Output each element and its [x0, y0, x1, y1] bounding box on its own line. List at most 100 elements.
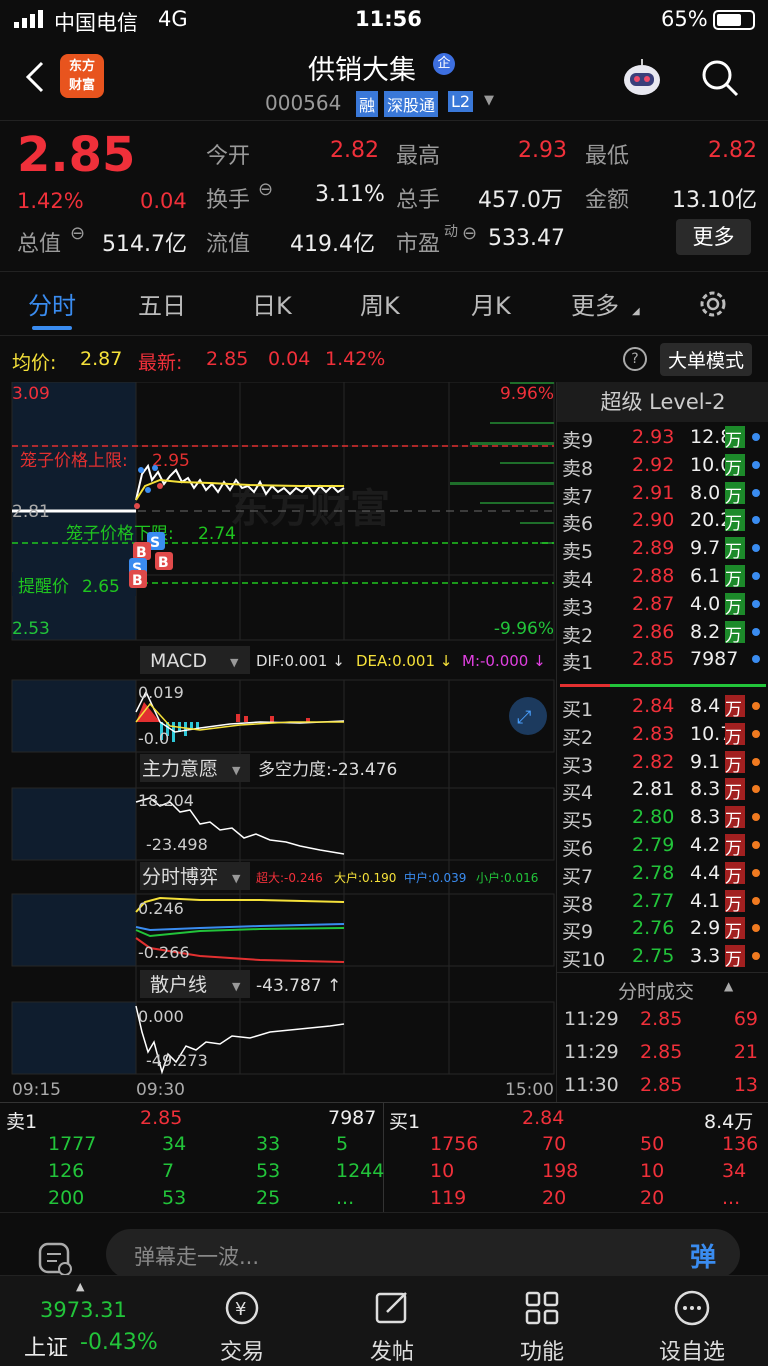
ask-row[interactable]: 卖8 2.92 10.0 万 — [562, 452, 768, 480]
ask-row[interactable]: 卖1 2.85 7987 — [562, 646, 768, 674]
ask-row[interactable]: 卖7 2.91 8.0 万 — [562, 480, 768, 508]
shx-bottom: -49.273 — [146, 1051, 208, 1070]
ask-row[interactable]: 卖3 2.87 4.0 万 — [562, 591, 768, 619]
stock-header: 东方 财富 供销大集 企 000564 融 深股通 L2 ▼ — [0, 38, 768, 120]
more-caret-icon: ◢ — [632, 306, 640, 317]
tab-intraday[interactable]: 分时 — [28, 286, 76, 321]
bid-level-label: 买4 — [562, 782, 594, 805]
big-order-mode-button[interactable]: 大单模式 — [660, 343, 753, 376]
ask-row[interactable]: 卖9 2.93 12.8 万 — [562, 424, 768, 452]
time-open: 09:30 — [136, 1080, 185, 1100]
index-pct[interactable]: -0.43% — [80, 1330, 158, 1355]
info-icon[interactable]: ⊖ — [462, 223, 477, 244]
tab-daily-k[interactable]: 日K — [252, 286, 292, 321]
bid-row[interactable]: 买6 2.79 4.2 万 — [562, 832, 768, 860]
queue-sell-cell: 1777 — [48, 1133, 97, 1155]
bid-unit: 万 — [725, 834, 745, 859]
back-icon[interactable] — [22, 60, 48, 94]
tab-weekly-k[interactable]: 周K — [360, 286, 400, 321]
danmu-send-icon[interactable]: 弹 — [690, 1237, 716, 1274]
queue-buy-cell: 50 — [640, 1133, 665, 1155]
ask-row[interactable]: 卖5 2.89 9.7 万 — [562, 535, 768, 563]
trades-header[interactable]: 分时成交 ▲ — [556, 972, 768, 1004]
bid-dot-icon — [752, 868, 760, 877]
macd-selector[interactable]: MACD — [150, 650, 207, 672]
danmu-settings-icon[interactable] — [34, 1238, 76, 1280]
turnover-value: 3.11% — [315, 182, 385, 207]
settings-gear-icon[interactable] — [697, 288, 729, 320]
trade-time: 11:29 — [564, 1041, 619, 1063]
queue-sell-vol: 7987 — [328, 1107, 377, 1129]
bid-dot-icon — [752, 952, 760, 961]
svg-text:⤢: ⤢ — [517, 707, 532, 728]
ask-dot-icon — [752, 627, 760, 636]
queue-sell-label: 卖1 — [6, 1111, 38, 1133]
expand-up-icon[interactable]: ▲ — [76, 1280, 84, 1293]
bid-dot-icon — [752, 702, 760, 710]
bid-unit: 万 — [725, 945, 745, 970]
tab-post[interactable]: 发帖 — [347, 1334, 437, 1366]
tab-more[interactable]: 更多 — [571, 286, 619, 321]
tab-indicator — [32, 326, 72, 330]
function-icon[interactable] — [522, 1288, 562, 1328]
ask-row[interactable]: 卖6 2.90 20.2 万 — [562, 507, 768, 535]
queue-sell-cell: 53 — [256, 1160, 281, 1182]
zlyy-top: 18.204 — [138, 791, 194, 810]
bid-unit: 万 — [725, 917, 745, 942]
bid-row[interactable]: 买4 2.81 8.3 万 — [562, 776, 768, 804]
bid-row[interactable]: 买7 2.78 4.4 万 — [562, 860, 768, 888]
queue-sell-price: 2.85 — [140, 1107, 183, 1129]
eastmoney-logo[interactable]: 东方 财富 — [60, 54, 104, 98]
post-icon[interactable] — [372, 1288, 412, 1328]
network: 4G — [158, 7, 188, 31]
chevron-down-icon[interactable]: ▼ — [484, 93, 494, 108]
bid-row[interactable]: 买1 2.84 8.4 万 — [562, 693, 768, 721]
high-value: 2.93 — [518, 138, 567, 163]
queue-buy-label: 买1 — [389, 1111, 421, 1133]
bid-row[interactable]: 买2 2.83 10.7 万 — [562, 721, 768, 749]
tab-function[interactable]: 功能 — [497, 1334, 587, 1366]
tab-add-watchlist[interactable]: 设自选 — [647, 1334, 737, 1366]
index-name[interactable]: 上证 — [24, 1330, 68, 1362]
period-tabs: 分时 五日 日K 周K 月K 更多 ◢ — [0, 272, 768, 336]
ask-row[interactable]: 卖4 2.88 6.1 万 — [562, 563, 768, 591]
collapse-icon: ▲ — [724, 979, 734, 993]
fsby-large: 大户:0.190 — [334, 870, 396, 885]
robot-assistant-icon[interactable] — [620, 56, 664, 100]
bid-volume: 8.3 — [690, 778, 721, 801]
bid-price: 2.83 — [632, 722, 675, 745]
bid-price: 2.76 — [632, 917, 675, 940]
order-queue: 卖1 2.85 7987 买1 2.84 8.4万 1777 34 33 5 126 7 5… — [0, 1102, 768, 1213]
chart-bottom-pct: -9.96% — [494, 619, 554, 639]
info-icon[interactable]: ⊖ — [258, 179, 273, 200]
ask-price: 2.87 — [632, 592, 675, 615]
status-bar: 中国电信 4G 11:56 65% — [0, 0, 768, 38]
queue-sell-cell: 33 — [256, 1133, 281, 1155]
danmu-input[interactable]: 弹幕走一波... 弹 — [106, 1229, 740, 1279]
more-dots-icon[interactable] — [672, 1288, 712, 1328]
fsby-selector[interactable]: 分时博弈 — [142, 866, 218, 888]
bid-row[interactable]: 买5 2.80 8.3 万 — [562, 804, 768, 832]
tab-monthly-k[interactable]: 月K — [471, 286, 511, 321]
more-button[interactable]: 更多 — [676, 219, 751, 255]
bid-row[interactable]: 买3 2.82 9.1 万 — [562, 749, 768, 777]
tab-5day[interactable]: 五日 — [138, 286, 186, 321]
tab-trade[interactable]: 交易 — [197, 1334, 287, 1366]
ask-row[interactable]: 卖2 2.86 8.2 万 — [562, 619, 768, 647]
bid-row[interactable]: 买10 2.75 3.3 万 — [562, 943, 768, 971]
bid-volume: 2.9 — [690, 917, 721, 940]
search-icon[interactable] — [700, 58, 740, 98]
clock: 11:56 — [355, 7, 422, 31]
index-value[interactable]: 3973.31 — [40, 1298, 127, 1322]
info-icon[interactable]: ⊖ — [70, 223, 85, 244]
svg-text:¥: ¥ — [235, 1299, 246, 1320]
bid-unit: 万 — [725, 778, 745, 803]
bid-row[interactable]: 买9 2.76 2.9 万 — [562, 915, 768, 943]
queue-sell-cell: 200 — [48, 1187, 85, 1209]
zlyy-selector[interactable]: 主力意愿 — [142, 758, 218, 780]
volume-value: 457.0万 — [478, 188, 563, 213]
shx-selector[interactable]: 散户线 — [150, 974, 207, 996]
help-icon[interactable]: ? — [623, 347, 647, 371]
bid-row[interactable]: 买8 2.77 4.1 万 — [562, 888, 768, 916]
trade-icon[interactable]: ¥ — [222, 1288, 262, 1328]
